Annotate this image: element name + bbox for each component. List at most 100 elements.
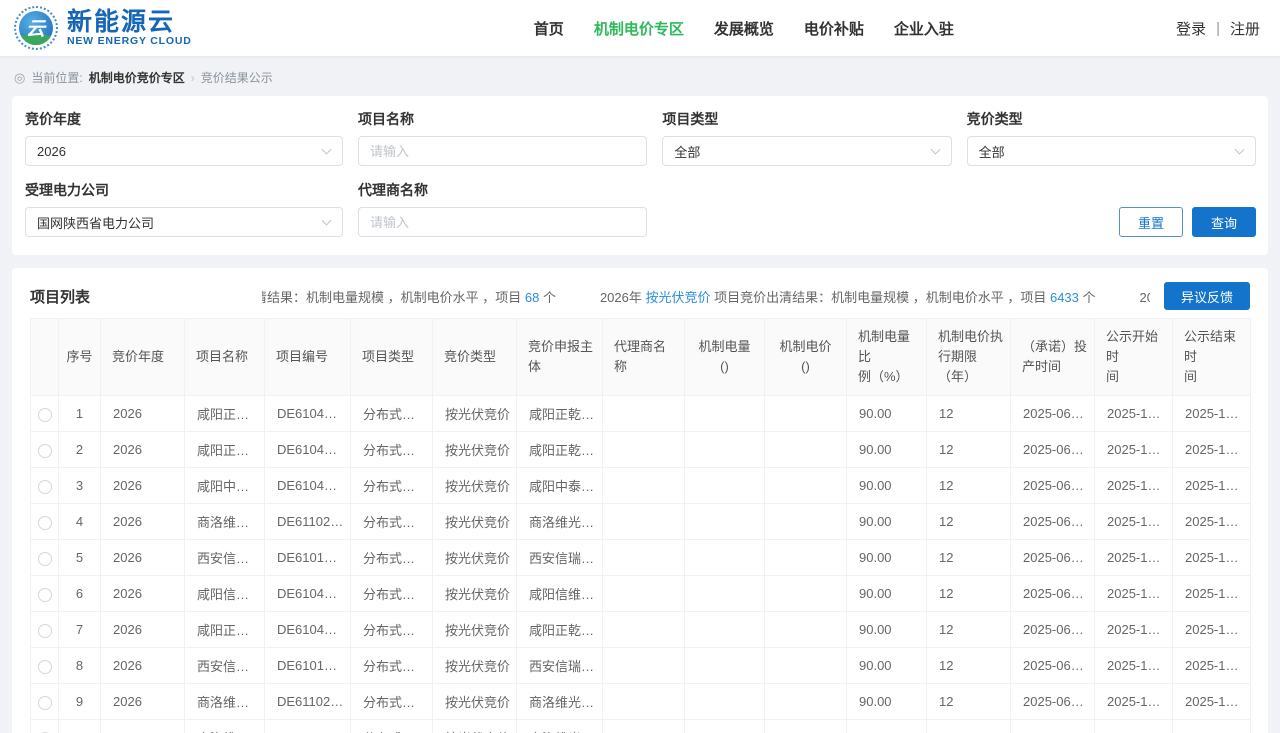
cell-energy: [685, 576, 765, 612]
nav-item-home[interactable]: 首页: [534, 18, 564, 39]
project-name-input[interactable]: [370, 144, 620, 159]
bid-year-select[interactable]: 2026: [25, 136, 343, 166]
register-link[interactable]: 注册: [1230, 18, 1260, 39]
cell-ptype: 分布式光伏: [351, 396, 433, 432]
cell-pubend: 2025-12-08: [1173, 576, 1251, 612]
cell-code: DE610425...: [265, 396, 351, 432]
bid-type-select[interactable]: 全部: [967, 136, 1256, 166]
cell-agent: [603, 612, 685, 648]
cell-ratio: 90.00: [847, 504, 927, 540]
cell-radio: [31, 684, 59, 720]
project-list-title: 项目列表: [30, 286, 90, 307]
filter-bid-type: 竞价类型 全部: [967, 109, 1256, 166]
nav-item-enterprise-entry[interactable]: 企业入驻: [894, 18, 954, 39]
column-header-code: 项目编号: [265, 319, 351, 396]
row-select-radio[interactable]: [38, 408, 52, 422]
cell-seq: 8: [59, 648, 101, 684]
column-header-radio: [31, 319, 59, 396]
cell-name: 咸阳中泰信...: [185, 468, 265, 504]
column-header-price: 机制电价 (): [765, 319, 847, 396]
cell-radio: [31, 504, 59, 540]
column-header-name: 项目名称: [185, 319, 265, 396]
project-type-select[interactable]: 全部: [662, 136, 951, 166]
row-select-radio[interactable]: [38, 696, 52, 710]
cell-radio: [31, 720, 59, 733]
cell-btype: 按光伏竞价: [433, 396, 517, 432]
filter-project-type: 项目类型 全部: [662, 109, 951, 166]
column-header-btype: 竞价类型: [433, 319, 517, 396]
breadcrumb-section[interactable]: 机制电价竞价专区: [89, 69, 185, 86]
cell-energy: [685, 684, 765, 720]
cell-btype: 按光伏竞价: [433, 684, 517, 720]
cell-code: DE610425...: [265, 432, 351, 468]
column-header-subject: 竞价申报主 体: [517, 319, 603, 396]
pv-bid-link[interactable]: 按光伏竞价: [646, 290, 711, 305]
cell-code: DE610425...: [265, 576, 351, 612]
cell-seq: 10: [59, 720, 101, 733]
cell-price: [765, 612, 847, 648]
power-company-select[interactable]: 国网陕西省电力公司: [25, 207, 343, 237]
cell-year: 2026: [101, 684, 185, 720]
project-table: 序号竞价年度项目名称项目编号项目类型竞价类型竞价申报主 体代理商名称机制电量 (…: [30, 318, 1251, 733]
cell-name: 西安信瑞新...: [185, 540, 265, 576]
row-select-radio[interactable]: [38, 516, 52, 530]
cell-year: 2026: [101, 612, 185, 648]
query-button[interactable]: 查询: [1192, 207, 1256, 237]
cell-agent: [603, 576, 685, 612]
cell-agent: [603, 504, 685, 540]
row-select-radio[interactable]: [38, 660, 52, 674]
cell-price: [765, 684, 847, 720]
objection-feedback-button[interactable]: 异议反馈: [1164, 282, 1250, 310]
row-select-radio[interactable]: [38, 588, 52, 602]
logo[interactable]: 新能源云 NEW ENERGY CLOUD: [14, 6, 192, 50]
cell-btype: 按光伏竞价: [433, 432, 517, 468]
table-row: 102026商洛维光浩...DE6110250...分布式光伏按光伏竞价商洛维光…: [31, 720, 1251, 733]
cell-year: 2026: [101, 468, 185, 504]
globe-logo-icon: [14, 6, 58, 50]
cell-energy: [685, 468, 765, 504]
column-header-pubstart: 公示开始时 间: [1095, 319, 1173, 396]
column-header-agent: 代理商名称: [603, 319, 685, 396]
table-header-row: 序号竞价年度项目名称项目编号项目类型竞价类型竞价申报主 体代理商名称机制电量 (…: [31, 319, 1251, 396]
row-select-radio[interactable]: [38, 624, 52, 638]
cell-ratio: 90.00: [847, 540, 927, 576]
cell-pubend: 2025-12-08: [1173, 684, 1251, 720]
cell-ptype: 分布式光伏: [351, 684, 433, 720]
row-select-radio[interactable]: [38, 444, 52, 458]
nav-item-price-subsidy[interactable]: 电价补贴: [804, 18, 864, 39]
cell-code: DE610125...: [265, 540, 351, 576]
cell-year: 2026: [101, 504, 185, 540]
cell-name: 西安信瑞新...: [185, 648, 265, 684]
cell-pubend: 2025-12-08: [1173, 468, 1251, 504]
cell-pubstart: 2025-12-04: [1095, 684, 1173, 720]
cell-ptype: 分布式光伏: [351, 504, 433, 540]
cell-year: 2026: [101, 540, 185, 576]
cell-name: 咸阳信维美...: [185, 576, 265, 612]
agent-name-input[interactable]: [370, 215, 620, 230]
row-select-radio[interactable]: [38, 480, 52, 494]
cell-price: [765, 504, 847, 540]
cell-price: [765, 468, 847, 504]
nav-item-mechanism-price-zone[interactable]: 机制电价专区: [594, 18, 684, 39]
filter-project-type-label: 项目类型: [662, 109, 951, 129]
logo-title: 新能源云: [67, 9, 192, 35]
nav-item-development-overview[interactable]: 发展概览: [714, 18, 774, 39]
reset-button[interactable]: 重置: [1119, 207, 1183, 237]
table-row: 72026咸阳正乾泰...DE610425...分布式光伏按光伏竞价咸阳正乾泰.…: [31, 612, 1251, 648]
chevron-down-icon: [1235, 145, 1245, 155]
login-link[interactable]: 登录: [1176, 18, 1206, 39]
cell-ratio: 90.00: [847, 684, 927, 720]
row-select-radio[interactable]: [38, 552, 52, 566]
cell-prod: 2025-06-03: [1011, 396, 1095, 432]
cell-btype: 按光伏竞价: [433, 540, 517, 576]
cell-term: 12: [927, 648, 1011, 684]
column-header-year: 竞价年度: [101, 319, 185, 396]
cell-agent: [603, 684, 685, 720]
filter-buttons: 重置 查询: [967, 180, 1256, 237]
cell-ptype: 分布式光伏: [351, 648, 433, 684]
cell-agent: [603, 648, 685, 684]
cell-subject: 咸阳正乾泰...: [517, 432, 603, 468]
cell-ratio: 90.00: [847, 720, 927, 733]
cell-term: 12: [927, 432, 1011, 468]
cell-ratio: 90.00: [847, 648, 927, 684]
